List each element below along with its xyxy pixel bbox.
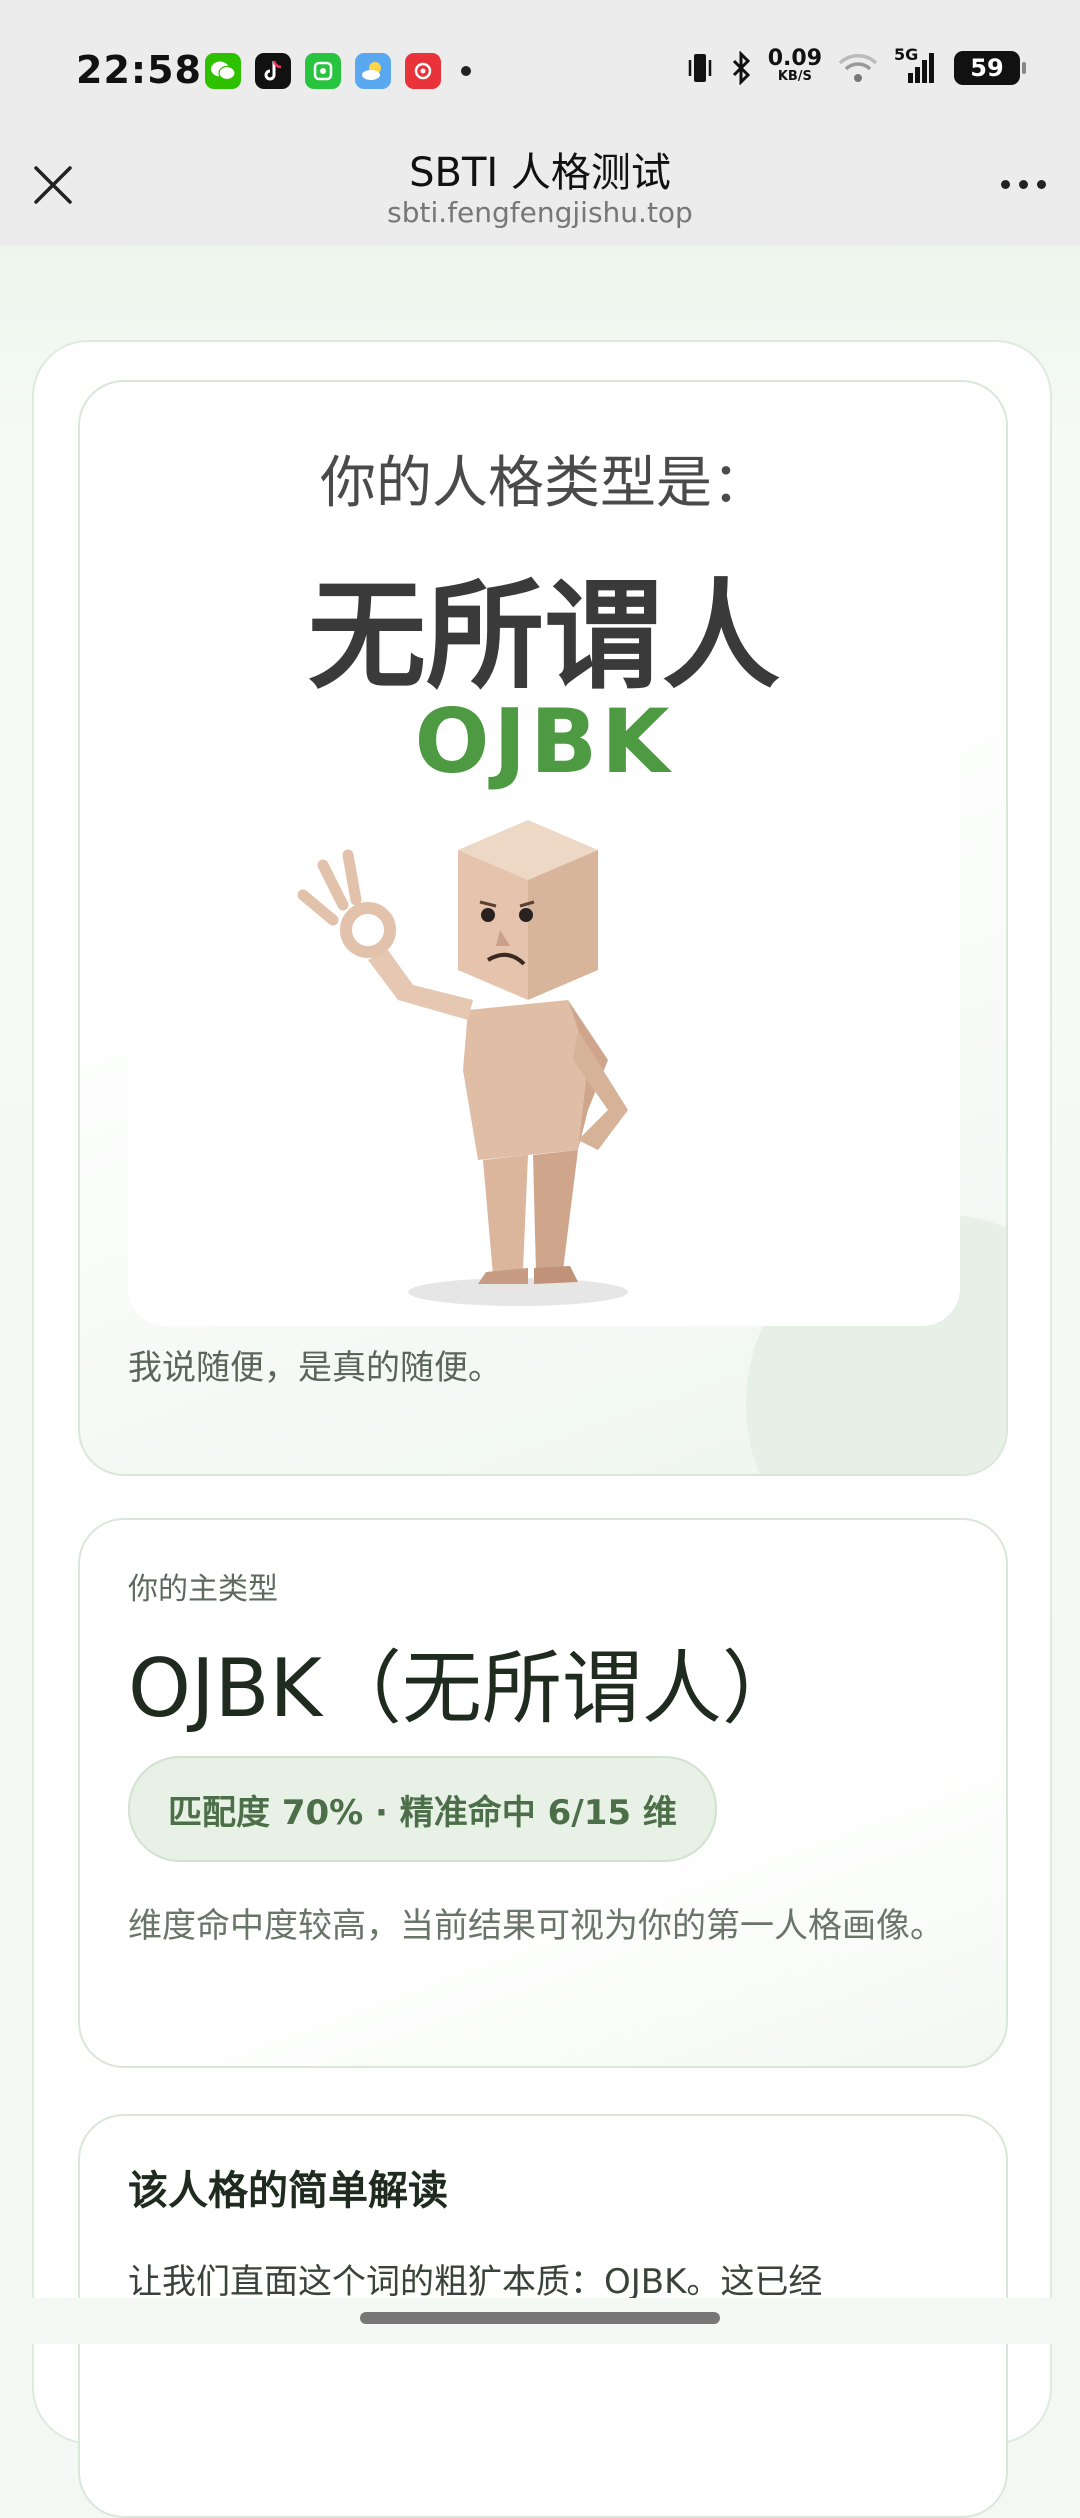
reading-title: 该人格的简单解读	[128, 2168, 448, 2214]
tiktok-icon	[255, 53, 291, 89]
page-title: SBTI 人格测试	[409, 150, 671, 196]
match-description: 维度命中度较高，当前结果可视为你的第一人格画像。	[128, 1906, 944, 1946]
browser-nav-bar: SBTI 人格测试 sbti.fengfengjishu.top	[0, 140, 1080, 246]
netease-music-icon	[405, 53, 441, 89]
cellular-signal-icon: 5G	[894, 45, 938, 85]
poster-label: 你的人格类型是：	[320, 451, 768, 516]
home-indicator[interactable]	[360, 2312, 720, 2324]
ok-gesture-figure-illustration	[297, 820, 628, 1306]
status-bar: 22:58 0.09 KB/S 5G 59	[0, 0, 1080, 140]
vibrate-icon	[688, 54, 711, 82]
wechat-icon	[205, 53, 241, 89]
main-type-card: 你的主类型 OJBK（无所谓人） 匹配度 70% · 精准命中 6/15 维 维…	[78, 1518, 1008, 2068]
more-options-icon[interactable]	[1001, 180, 1046, 189]
bluetooth-icon	[732, 51, 750, 85]
page-url: sbti.fengfengjishu.top	[387, 196, 693, 229]
system-icons: 0.09 KB/S 5G 59	[686, 45, 1026, 86]
main-type-name: OJBK（无所谓人）	[128, 1642, 802, 1735]
status-time: 22:58	[76, 48, 202, 92]
more-notifications-dot	[461, 66, 471, 76]
net-speed: 0.09 KB/S	[767, 46, 822, 85]
page-content: 你的人格类型是： 无所谓人 OJBK 我说随便，是真的随便。 你的主类型 OJB…	[0, 246, 1080, 2518]
result-container: 你的人格类型是： 无所谓人 OJBK 我说随便，是真的随便。 你的主类型 OJB…	[32, 340, 1052, 2518]
result-hero-card: 你的人格类型是： 无所谓人 OJBK 我说随便，是真的随便。	[78, 380, 1008, 1476]
poster-type-name: 无所谓人	[307, 567, 780, 705]
wifi-icon	[838, 54, 878, 82]
wechat-pay-icon	[305, 53, 341, 89]
personality-poster: 你的人格类型是： 无所谓人 OJBK	[128, 430, 960, 1326]
battery-indicator: 59	[954, 51, 1026, 85]
main-type-label: 你的主类型	[128, 1572, 278, 1607]
weather-icon	[355, 53, 391, 89]
match-score-badge: 匹配度 70% · 精准命中 6/15 维	[128, 1756, 717, 1862]
notification-icons	[205, 53, 471, 89]
type-tagline: 我说随便，是真的随便。	[128, 1348, 502, 1388]
poster-type-code: OJBK	[414, 690, 674, 793]
reading-text: 让我们直面这个词的粗犷本质：OJBK。这已经	[128, 2262, 823, 2302]
